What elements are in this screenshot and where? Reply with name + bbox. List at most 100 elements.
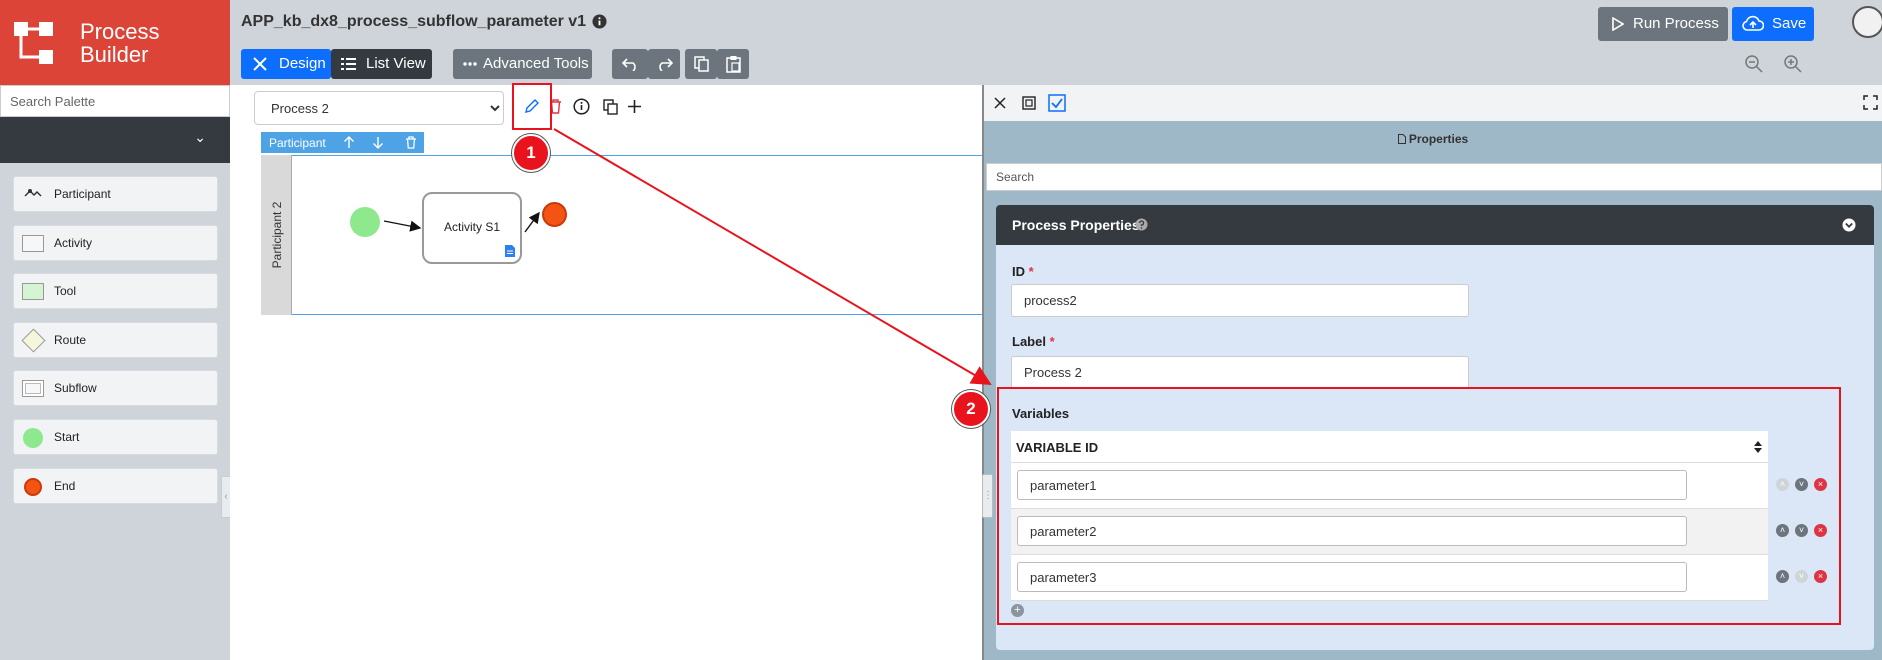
- palette-item-tool[interactable]: Tool: [13, 273, 218, 309]
- palette-item-label: Participant: [54, 187, 111, 201]
- activity-label: Activity S1: [443, 220, 500, 234]
- process-properties-header[interactable]: Process Properties: [996, 205, 1874, 245]
- list-icon: [341, 58, 356, 70]
- help-question-icon[interactable]: [1135, 218, 1148, 231]
- palette-item-label: Activity: [54, 236, 93, 250]
- activity-node[interactable]: Activity S1: [422, 192, 522, 264]
- arrow-up-icon[interactable]: [343, 136, 355, 149]
- palette-item-label: End: [54, 479, 76, 493]
- run-process-label: Run Process: [1633, 15, 1719, 32]
- annotation-highlight-edit: [512, 83, 552, 130]
- panel-resize-handle[interactable]: ⋮: [982, 474, 993, 518]
- design-tab-button[interactable]: Design: [241, 49, 331, 79]
- annotation-highlight-variables: [997, 387, 1841, 625]
- play-icon: [1612, 17, 1624, 31]
- pool-delete-icon[interactable]: [405, 136, 417, 149]
- process-properties-title: Process Properties: [1012, 217, 1140, 233]
- required-marker: *: [1049, 334, 1055, 349]
- label-label-text: Label: [1012, 334, 1046, 349]
- palette-search-input[interactable]: [0, 85, 230, 117]
- cloud-upload-icon: [1742, 15, 1764, 31]
- required-marker: *: [1028, 264, 1034, 279]
- duplicate-icon[interactable]: [603, 99, 618, 115]
- palette-item-subflow[interactable]: Subflow: [13, 370, 218, 406]
- properties-title-text: Properties: [1408, 132, 1469, 146]
- route-icon: [21, 328, 46, 353]
- properties-title-bar: Properties: [984, 121, 1882, 159]
- undo-icon: [622, 58, 636, 71]
- pool-label: Participant: [269, 136, 326, 150]
- form-document-icon: [505, 245, 515, 257]
- arrow-down-icon[interactable]: [372, 136, 384, 149]
- save-button[interactable]: Save: [1732, 7, 1814, 41]
- id-input[interactable]: [1011, 284, 1469, 317]
- paste-button[interactable]: [717, 49, 749, 79]
- properties-search-input[interactable]: [986, 163, 1882, 191]
- palette-item-route[interactable]: Route: [13, 322, 218, 358]
- logo-text-line2: Builder: [80, 42, 149, 67]
- palette-item-label: Start: [54, 430, 80, 444]
- more-dots-icon: [463, 62, 477, 66]
- palette-item-activity[interactable]: Activity: [13, 225, 218, 261]
- info-circle-icon[interactable]: [573, 98, 590, 115]
- dock-panel-icon[interactable]: [1022, 96, 1036, 110]
- redo-button[interactable]: [648, 49, 680, 79]
- copy-button[interactable]: [685, 49, 717, 79]
- paste-icon: [726, 56, 741, 73]
- palette-item-label: Subflow: [54, 381, 97, 395]
- save-label: Save: [1772, 15, 1807, 32]
- run-process-button[interactable]: Run Process: [1598, 7, 1728, 41]
- activity-icon: [22, 235, 44, 252]
- label-input[interactable]: [1011, 356, 1469, 389]
- annotation-badge-1: 1: [512, 134, 550, 172]
- palette-header[interactable]: ⌄: [0, 117, 230, 163]
- properties-title: Properties: [984, 132, 1882, 146]
- chevron-down-icon[interactable]: ⌄: [194, 129, 206, 146]
- end-icon: [24, 478, 42, 496]
- palette-panel: Participant Activity Tool Route Subflow …: [0, 163, 230, 660]
- design-tools-icon: [253, 57, 267, 71]
- id-label: ID *: [1012, 264, 1034, 279]
- id-label-text: ID: [1012, 264, 1025, 279]
- palette-item-participant[interactable]: Participant: [13, 176, 218, 212]
- participant-lane[interactable]: Participant 2: [261, 155, 292, 315]
- palette-item-start[interactable]: Start: [13, 419, 218, 455]
- redo-icon: [659, 58, 673, 71]
- user-avatar[interactable]: [1852, 6, 1882, 38]
- palette-item-end[interactable]: End: [13, 468, 218, 504]
- document-icon: [1397, 134, 1406, 144]
- copy-icon: [694, 56, 709, 72]
- participant-pool-header[interactable]: Participant: [261, 132, 424, 153]
- end-event-node[interactable]: [542, 202, 567, 227]
- annotation-badge-2: 2: [952, 390, 990, 428]
- process-builder-logo-icon: [14, 22, 53, 64]
- app-logo: Process Builder: [0, 0, 230, 85]
- undo-button[interactable]: [612, 49, 648, 79]
- properties-panel-toolbar: [984, 85, 1882, 121]
- advanced-tools-button[interactable]: Advanced Tools: [453, 49, 592, 79]
- fullscreen-icon[interactable]: [1863, 95, 1878, 110]
- app-title: APP_kb_dx8_process_subflow_parameter v1: [241, 13, 587, 30]
- tool-icon: [22, 283, 44, 300]
- logo-text-line1: Process: [80, 19, 160, 44]
- palette-item-label: Tool: [54, 284, 77, 298]
- list-view-tab-label: List View: [366, 55, 426, 72]
- canvas-area[interactable]: [230, 315, 983, 660]
- lane-label: Participant 2: [269, 201, 284, 269]
- process-select[interactable]: Process 2: [254, 91, 504, 125]
- zoom-in-icon[interactable]: [1784, 55, 1802, 73]
- subflow-icon: [22, 380, 44, 397]
- palette-item-label: Route: [54, 333, 87, 347]
- participant-icon: [24, 189, 42, 197]
- close-icon[interactable]: [994, 97, 1006, 109]
- advanced-tools-label: Advanced Tools: [483, 55, 589, 72]
- add-plus-icon[interactable]: [627, 99, 642, 114]
- list-view-tab-button[interactable]: List View: [331, 49, 432, 79]
- chevron-circle-down-icon[interactable]: [1842, 218, 1856, 232]
- start-event-node[interactable]: [350, 207, 380, 237]
- zoom-out-icon[interactable]: [1745, 55, 1763, 73]
- design-tab-label: Design: [279, 55, 326, 72]
- info-icon[interactable]: [592, 14, 607, 29]
- checkbox-checked-icon[interactable]: [1048, 94, 1066, 112]
- label-label: Label *: [1012, 334, 1055, 349]
